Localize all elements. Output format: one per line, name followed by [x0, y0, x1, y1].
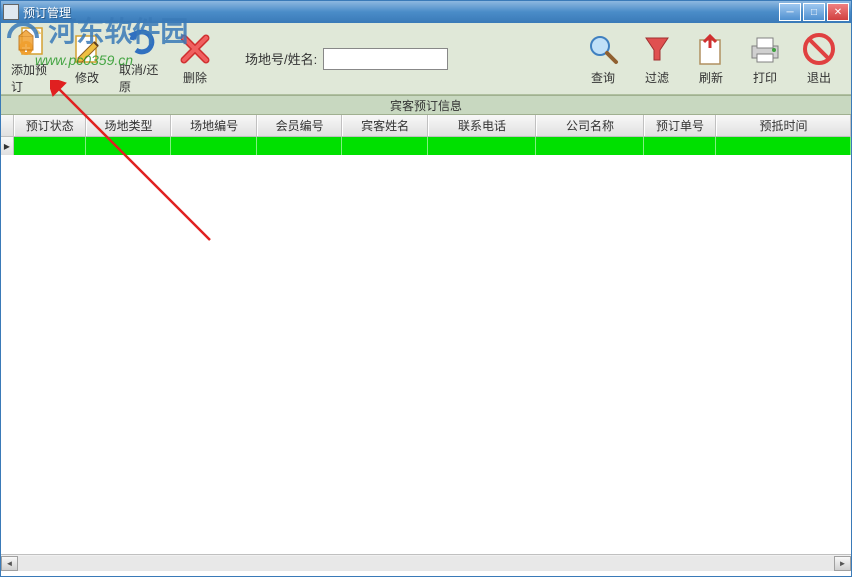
scroll-track[interactable] [18, 556, 834, 571]
minimize-button[interactable]: ─ [779, 3, 801, 21]
refresh-icon [693, 31, 729, 67]
row-marker-icon: ▸ [1, 137, 14, 155]
col-member-no[interactable]: 会员编号 [257, 115, 343, 136]
cell-company[interactable] [536, 137, 644, 155]
cell-venue-no[interactable] [171, 137, 257, 155]
cell-status[interactable] [14, 137, 86, 155]
col-arrival-time[interactable]: 预抵时间 [716, 115, 851, 136]
undo-icon [123, 23, 159, 59]
col-status[interactable]: 预订状态 [14, 115, 86, 136]
col-venue-type[interactable]: 场地类型 [86, 115, 172, 136]
col-company[interactable]: 公司名称 [536, 115, 644, 136]
horizontal-scrollbar[interactable]: ◄ ► [1, 554, 851, 571]
section-header: 宾客预订信息 [1, 95, 851, 115]
col-order-no[interactable]: 预订单号 [644, 115, 716, 136]
print-button[interactable]: 打印 [741, 29, 789, 88]
search-input[interactable] [323, 48, 448, 70]
scroll-left-button[interactable]: ◄ [1, 556, 18, 571]
filter-icon [639, 31, 675, 67]
table-row[interactable]: ▸ [1, 137, 851, 155]
search-icon [585, 31, 621, 67]
main-window: 预订管理 ─ □ ✕ 添加预订 [0, 0, 852, 577]
grid-body[interactable]: ▸ [1, 137, 851, 554]
col-guest-name[interactable]: 宾客姓名 [342, 115, 428, 136]
query-button[interactable]: 查询 [579, 29, 627, 88]
exit-icon [801, 31, 837, 67]
edit-button[interactable]: 修改 [63, 29, 111, 88]
cell-arrival-time[interactable] [716, 137, 851, 155]
col-venue-no[interactable]: 场地编号 [171, 115, 257, 136]
add-icon [15, 23, 51, 59]
close-button[interactable]: ✕ [827, 3, 849, 21]
maximize-button[interactable]: □ [803, 3, 825, 21]
cell-member-no[interactable] [257, 137, 343, 155]
window-title: 预订管理 [23, 4, 779, 21]
search-area: 场地号/姓名: [245, 48, 448, 70]
edit-icon [69, 31, 105, 67]
print-icon [747, 31, 783, 67]
cancel-restore-button[interactable]: 取消/还原 [117, 21, 165, 97]
col-phone[interactable]: 联系电话 [428, 115, 536, 136]
cell-guest-name[interactable] [342, 137, 428, 155]
exit-button[interactable]: 退出 [795, 29, 843, 88]
delete-icon [177, 31, 213, 67]
toolbar: 添加预订 修改 取消/还原 [1, 23, 851, 95]
cell-venue-type[interactable] [86, 137, 172, 155]
cell-phone[interactable] [428, 137, 536, 155]
refresh-button[interactable]: 刷新 [687, 29, 735, 88]
delete-button[interactable]: 删除 [171, 29, 219, 88]
app-icon [3, 4, 19, 20]
grid-header: 预订状态 场地类型 场地编号 会员编号 宾客姓名 联系电话 公司名称 预订单号 … [1, 115, 851, 137]
row-indicator-header [1, 115, 14, 136]
scroll-right-button[interactable]: ► [834, 556, 851, 571]
filter-button[interactable]: 过滤 [633, 29, 681, 88]
add-booking-button[interactable]: 添加预订 [9, 21, 57, 97]
search-label: 场地号/姓名: [245, 49, 317, 68]
cell-order-no[interactable] [644, 137, 716, 155]
